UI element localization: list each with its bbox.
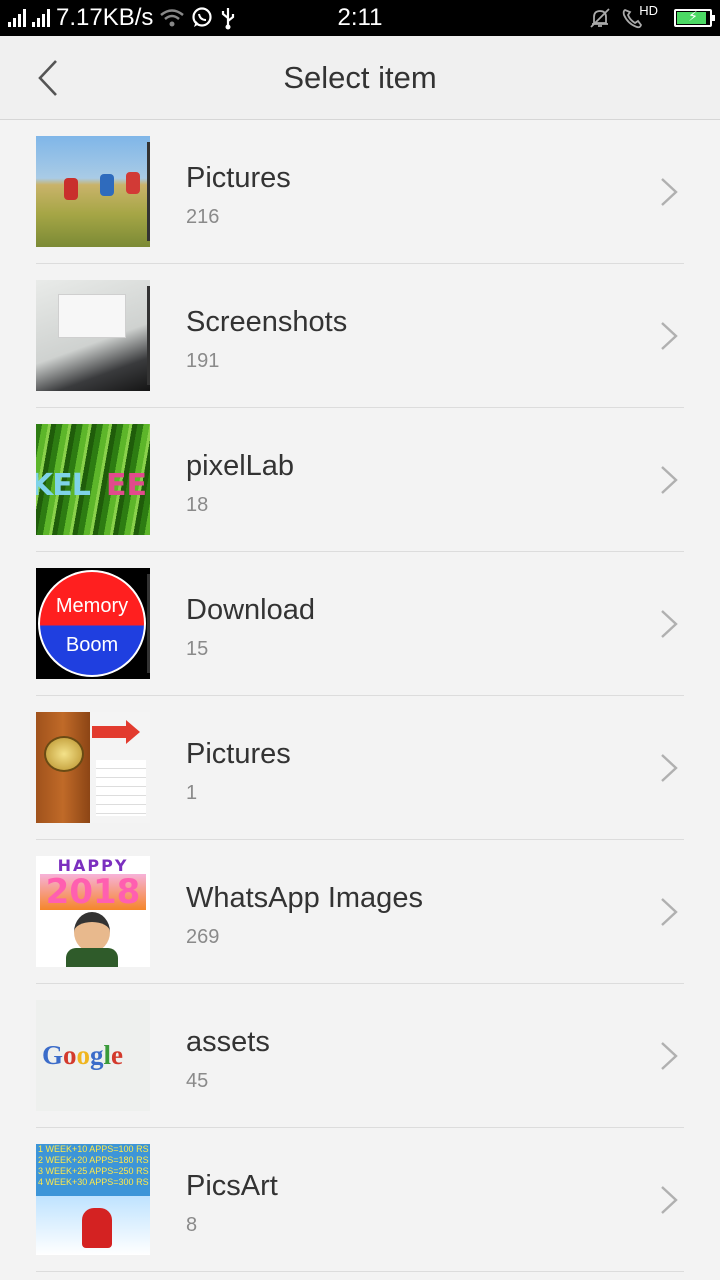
chevron-right-icon (661, 1042, 678, 1070)
album-thumbnail: KEL EE (36, 424, 150, 535)
album-row[interactable]: Google assets 45 (0, 984, 720, 1128)
album-name: Screenshots (186, 306, 348, 338)
album-row[interactable]: KEL EE pixelLab 18 (0, 408, 720, 552)
album-row[interactable]: Memory Boom Download 15 (0, 552, 720, 696)
album-thumbnail (36, 136, 150, 247)
signal-icon (32, 9, 50, 27)
chevron-right-icon (661, 466, 678, 494)
net-speed: 7.17KB/s (56, 4, 154, 31)
signal-icon (8, 9, 26, 27)
album-name: Pictures (186, 162, 291, 194)
album-row[interactable]: Pictures 216 (0, 120, 720, 264)
chevron-right-icon (661, 1186, 678, 1214)
page-title: Select item (283, 60, 437, 95)
album-name: Download (186, 594, 315, 626)
album-name: PicsArt (186, 1170, 278, 1202)
hd-label: HD (639, 2, 658, 18)
album-thumbnail: 1 WEEK+10 APPS=100 RS 2 WEEK+20 APPS=180… (36, 1144, 150, 1255)
usb-icon (222, 8, 235, 30)
chevron-right-icon (661, 178, 678, 206)
album-thumbnail: HAPPY 2018 (36, 856, 150, 967)
album-count: 18 (186, 494, 209, 516)
charging-icon: ⚡ (688, 8, 698, 24)
whatsapp-icon (192, 7, 213, 27)
album-thumbnail (36, 712, 150, 823)
chevron-right-icon (661, 898, 678, 926)
album-row[interactable]: Pictures 1 (0, 696, 720, 840)
album-row[interactable]: Screenshots 191 (0, 264, 720, 408)
status-right-group: HD ⚡ (589, 0, 715, 36)
album-thumbnail: Memory Boom (36, 568, 150, 679)
chevron-right-icon (661, 322, 678, 350)
album-name: WhatsApp Images (186, 882, 423, 914)
battery-icon: ⚡ (674, 8, 715, 27)
mute-icon (590, 8, 610, 28)
album-count: 191 (186, 350, 220, 372)
album-thumbnail (36, 280, 150, 391)
album-row[interactable]: HAPPY 2018 WhatsApp Images 269 (0, 840, 720, 984)
album-count: 15 (186, 638, 209, 660)
album-name: Pictures (186, 738, 291, 770)
status-left-group: 7.17KB/s (8, 0, 237, 36)
album-count: 8 (186, 1214, 198, 1236)
album-count: 45 (186, 1070, 209, 1092)
album-count: 1 (186, 782, 198, 804)
chevron-right-icon (661, 754, 678, 782)
chevron-right-icon (661, 610, 678, 638)
google-logo: Google (42, 1040, 124, 1070)
album-thumbnail: Google (36, 1000, 150, 1111)
header: Select item (0, 36, 720, 120)
album-list: Pictures 216 Screenshots 191 KEL EE pixe… (0, 120, 720, 1272)
album-count: 269 (186, 926, 220, 948)
album-count: 216 (186, 206, 220, 228)
album-name: pixelLab (186, 450, 295, 482)
wifi-icon (160, 9, 185, 27)
status-bar: 7.17KB/s 2:11 HD ⚡ (0, 0, 720, 36)
status-time: 2:11 (337, 4, 383, 31)
album-row[interactable]: 1 WEEK+10 APPS=100 RS 2 WEEK+20 APPS=180… (0, 1128, 720, 1272)
album-name: assets (186, 1026, 270, 1058)
